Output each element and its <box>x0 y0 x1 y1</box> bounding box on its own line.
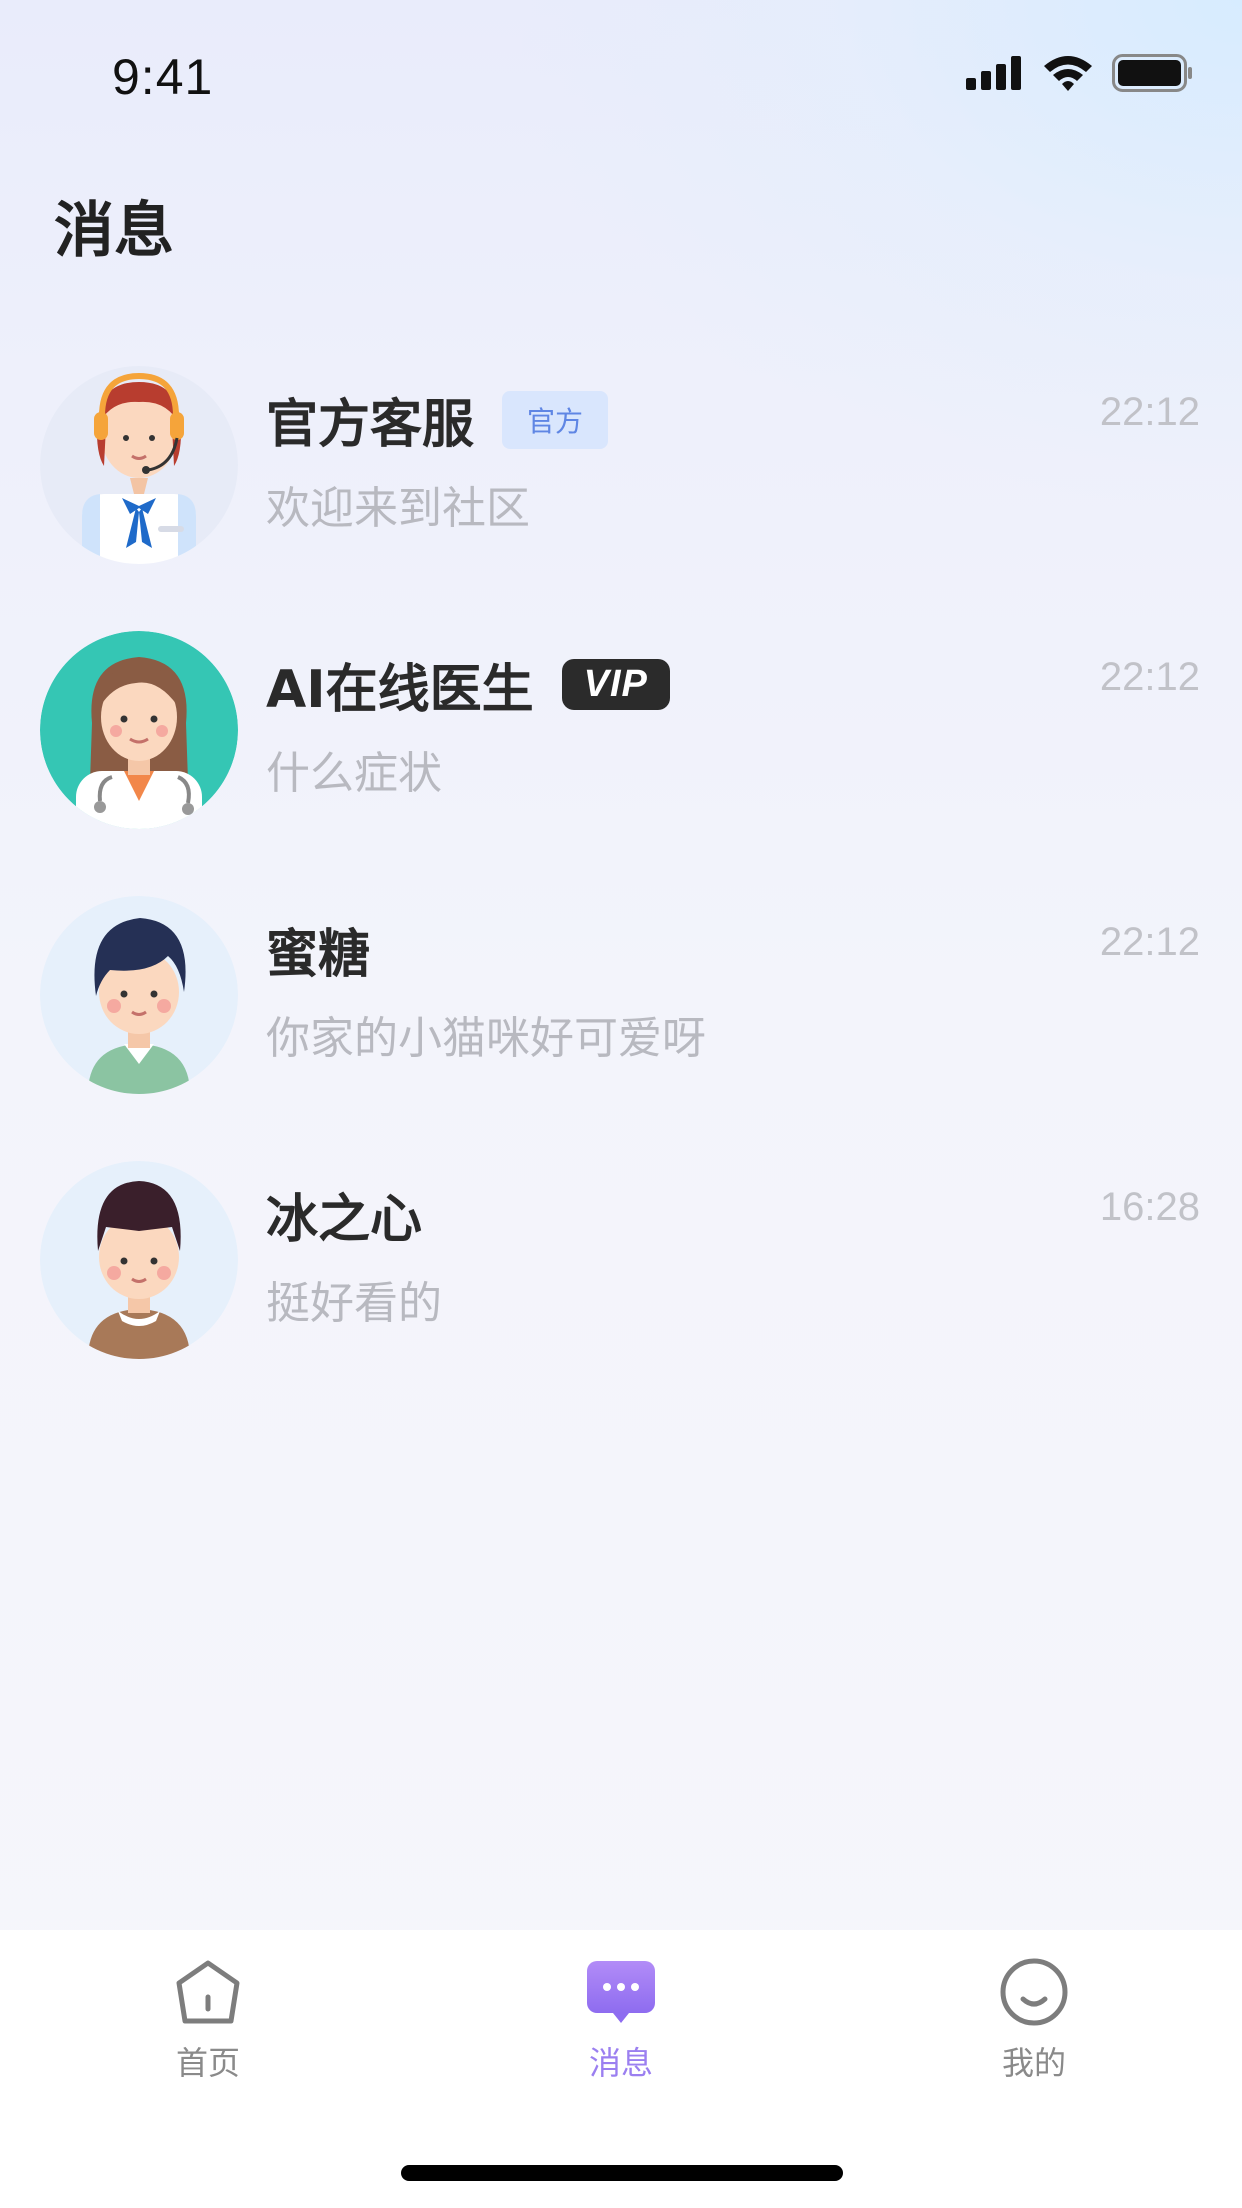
smile-icon <box>994 1952 1074 2032</box>
official-badge: 官方 <box>502 390 609 449</box>
status-icons <box>966 54 1194 92</box>
message-preview: 欢迎来到社区 <box>266 483 530 534</box>
name-row: 冰之心 <box>266 1177 422 1252</box>
avatar <box>40 896 238 1094</box>
avatar <box>40 1161 238 1359</box>
signal-icon <box>966 56 1021 90</box>
tab-label: 我的 <box>1001 2044 1066 2082</box>
contact-name: 蜜糖 <box>266 925 371 985</box>
tab-home[interactable]: 首页 <box>88 1952 328 2102</box>
tab-label: 首页 <box>175 2044 240 2082</box>
message-preview: 挺好看的 <box>266 1278 442 1329</box>
message-time: 22:12 <box>1099 655 1200 699</box>
tab-me[interactable]: 我的 <box>914 1952 1154 2102</box>
vip-badge: VIP <box>561 659 670 710</box>
contact-name: 冰之心 <box>266 1190 423 1250</box>
message-list: 官方客服 官方 欢迎来到社区 22:12 AI在线医生 VIP 什么症状 22:… <box>0 360 1242 1420</box>
name-row: 官方客服 官方 <box>266 382 609 457</box>
battery-icon <box>1112 54 1192 92</box>
avatar <box>40 366 238 564</box>
message-item-mitang[interactable]: 蜜糖 你家的小猫咪好可爱呀 22:12 <box>0 890 1242 1155</box>
status-bar: 9:41 <box>0 0 1242 150</box>
message-item-bingzhixin[interactable]: 冰之心 挺好看的 16:28 <box>0 1155 1242 1420</box>
tab-messages[interactable]: 消息 <box>501 1952 741 2102</box>
message-item-ai-doctor[interactable]: AI在线医生 VIP 什么症状 22:12 <box>0 625 1242 890</box>
wifi-icon <box>1044 56 1092 91</box>
home-icon <box>168 1952 248 2032</box>
message-icon <box>581 1952 661 2032</box>
contact-name: 官方客服 <box>266 395 475 455</box>
contact-name: AI在线医生 <box>266 660 534 720</box>
home-indicator <box>401 2165 843 2181</box>
name-row: 蜜糖 <box>266 912 370 987</box>
message-preview: 什么症状 <box>266 748 442 799</box>
tab-label: 消息 <box>588 2044 653 2082</box>
message-time: 22:12 <box>1099 920 1200 964</box>
message-time: 16:28 <box>1099 1185 1200 1229</box>
message-item-official-service[interactable]: 官方客服 官方 欢迎来到社区 22:12 <box>0 360 1242 625</box>
avatar <box>40 631 238 829</box>
name-row: AI在线医生 VIP <box>266 647 670 722</box>
message-preview: 你家的小猫咪好可爱呀 <box>266 1013 706 1064</box>
status-time: 9:41 <box>112 49 214 105</box>
message-time: 22:12 <box>1099 390 1200 434</box>
page-title: 消息 <box>54 196 174 266</box>
